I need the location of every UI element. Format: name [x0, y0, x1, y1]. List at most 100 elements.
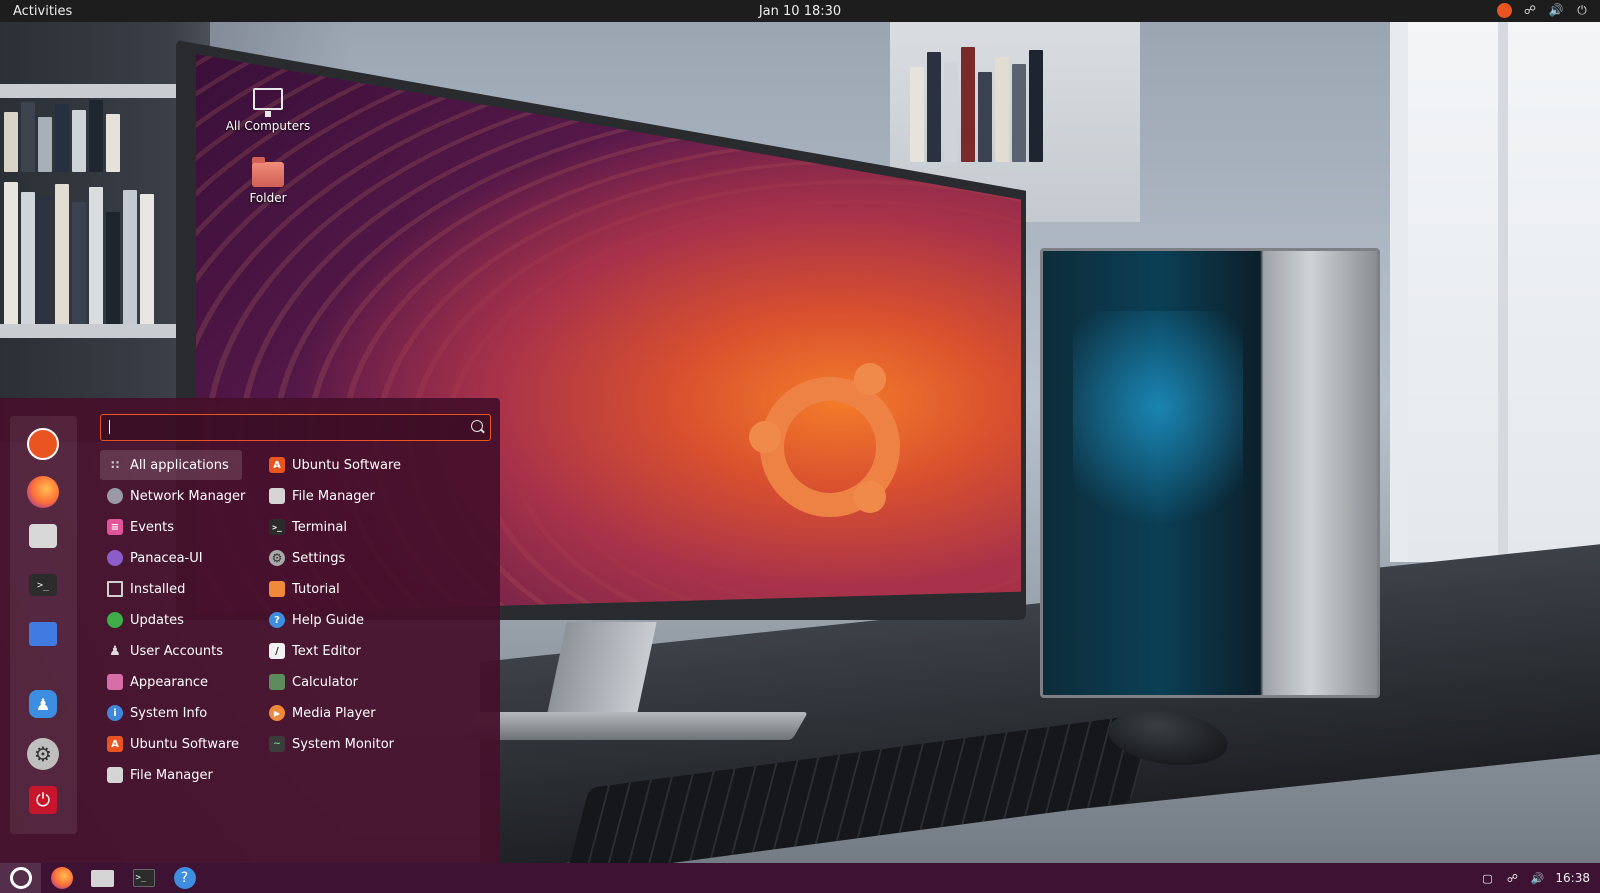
- menu-item-text-editor[interactable]: / Text Editor: [262, 636, 442, 666]
- help-icon: ?: [269, 612, 285, 628]
- menu-item-label: System Info: [130, 705, 208, 721]
- tutorial-icon: [269, 581, 285, 597]
- menu-item-label: Tutorial: [292, 581, 340, 597]
- menu-item-label: All applications: [130, 457, 229, 473]
- activities-button[interactable]: Activities: [0, 4, 120, 19]
- taskbar-firefox[interactable]: [41, 863, 82, 893]
- taskbar-terminal[interactable]: >_: [123, 863, 164, 893]
- menu-item-all-applications[interactable]: ∷ All applications: [100, 450, 242, 480]
- folder-icon: [252, 157, 284, 187]
- menu-item-label: User Accounts: [130, 643, 224, 659]
- search-icon[interactable]: [471, 420, 483, 432]
- taskbar-clock[interactable]: 16:38: [1555, 871, 1590, 885]
- menu-item-label: Updates: [130, 612, 184, 628]
- menu-item-panacea-ui[interactable]: Panacea-UI: [100, 543, 242, 573]
- menu-item-system-info[interactable]: i System Info: [100, 698, 242, 728]
- menu-item-events[interactable]: ≡ Events: [100, 512, 242, 542]
- software-icon: A: [107, 736, 123, 752]
- desktop-icon-label: Folder: [249, 191, 287, 205]
- text-editor-icon: /: [269, 643, 285, 659]
- menu-right-column: A Ubuntu Software File Manager >_ Termin…: [262, 450, 442, 760]
- help-icon: ?: [173, 867, 196, 889]
- info-icon: i: [107, 705, 123, 721]
- search-input[interactable]: [100, 414, 491, 441]
- menu-item-label: Installed: [130, 581, 186, 597]
- settings-icon: ⚙: [269, 550, 285, 566]
- menu-item-label: Panacea-UI: [130, 550, 203, 566]
- wallpaper-pc-case: [1040, 248, 1380, 698]
- menu-item-updates[interactable]: Updates: [100, 605, 242, 635]
- monitor-icon: [107, 581, 123, 597]
- power-icon[interactable]: ⏻: [1574, 2, 1590, 18]
- menu-item-label: Terminal: [292, 519, 347, 535]
- taskbar-help[interactable]: ?: [164, 863, 205, 893]
- menu-item-label: Appearance: [130, 674, 209, 690]
- volume-icon[interactable]: 🔊: [1530, 871, 1545, 885]
- menu-item-help-guide[interactable]: ? Help Guide: [262, 605, 442, 635]
- appearance-icon: [107, 674, 123, 690]
- desktop-icon-all-computers[interactable]: All Computers: [223, 88, 313, 133]
- taskbar: >_ ? ▢ ☍ 🔊 16:38: [0, 863, 1600, 893]
- ubuntu-icon[interactable]: [27, 428, 59, 460]
- terminal-icon: >_: [269, 519, 285, 535]
- media-player-icon: ▶: [269, 705, 285, 721]
- menu-item-media-player[interactable]: ▶ Media Player: [262, 698, 442, 728]
- menu-left-column: ∷ All applications Network Manager ≡ Eve…: [100, 450, 246, 791]
- menu-item-user-accounts[interactable]: ♟ User Accounts: [100, 636, 242, 666]
- files-icon: [107, 767, 123, 783]
- menu-item-system-monitor[interactable]: ~ System Monitor: [262, 729, 442, 759]
- menu-item-file-manager[interactable]: File Manager: [100, 760, 242, 790]
- menu-item-ubuntu-software[interactable]: A Ubuntu Software: [100, 729, 242, 759]
- system-monitor-icon: ~: [269, 736, 285, 752]
- folder-icon[interactable]: [29, 622, 57, 646]
- menu-item-ubuntu-software[interactable]: A Ubuntu Software: [262, 450, 442, 480]
- menu-item-tutorial[interactable]: Tutorial: [262, 574, 442, 604]
- menu-item-label: Calculator: [292, 674, 359, 690]
- wallpaper-ubuntu-logo: [749, 363, 900, 517]
- top-tray: ☍ 🔊 ⏻: [1497, 2, 1590, 18]
- menu-item-network-manager[interactable]: Network Manager: [100, 481, 246, 511]
- calculator-icon: [269, 674, 285, 690]
- grid-icon: ∷: [110, 458, 120, 472]
- taskbar-files[interactable]: [82, 863, 123, 893]
- settings-icon[interactable]: ⚙: [27, 738, 59, 770]
- monitor-icon: [253, 88, 283, 117]
- firefox-icon: [50, 867, 73, 889]
- menu-item-label: Text Editor: [292, 643, 361, 659]
- power-icon[interactable]: ⏻: [29, 786, 57, 814]
- network-icon[interactable]: ☍: [1505, 871, 1519, 885]
- terminal-icon: >_: [132, 869, 155, 887]
- network-icon[interactable]: ☍: [1522, 2, 1538, 18]
- menu-item-label: Ubuntu Software: [130, 736, 240, 752]
- menu-item-label: Help Guide: [292, 612, 364, 628]
- menu-item-label: Events: [130, 519, 175, 535]
- menu-item-label: Media Player: [292, 705, 376, 721]
- ubuntu-icon[interactable]: [1497, 2, 1512, 18]
- menu-item-label: Network Manager: [130, 488, 246, 504]
- files-icon[interactable]: [29, 524, 57, 548]
- desktop-icon-label: All Computers: [225, 119, 311, 133]
- display-icon[interactable]: ▢: [1480, 871, 1494, 885]
- menu-item-appearance[interactable]: Appearance: [100, 667, 242, 697]
- desktop-icon-folder[interactable]: Folder: [223, 157, 313, 205]
- menu-item-settings[interactable]: ⚙ Settings: [262, 543, 442, 573]
- files-icon: [91, 869, 114, 887]
- firefox-icon[interactable]: [27, 476, 59, 508]
- menu-item-label: Ubuntu Software: [292, 457, 402, 473]
- menu-item-terminal[interactable]: >_ Terminal: [262, 512, 442, 542]
- files-icon: [269, 488, 285, 504]
- ubuntu-icon: [9, 867, 32, 889]
- terminal-icon[interactable]: >_: [29, 574, 57, 596]
- menu-item-label: File Manager: [130, 767, 213, 783]
- taskbar-menu-button[interactable]: [0, 863, 41, 893]
- panacea-icon: [107, 550, 123, 566]
- help-icon[interactable]: ♟: [29, 690, 57, 718]
- menu-item-calculator[interactable]: Calculator: [262, 667, 442, 697]
- menu-item-file-manager[interactable]: File Manager: [262, 481, 442, 511]
- software-icon: A: [269, 457, 285, 473]
- menu-item-installed[interactable]: Installed: [100, 574, 242, 604]
- volume-icon[interactable]: 🔊: [1548, 2, 1564, 18]
- top-clock[interactable]: Jan 10 18:30: [0, 4, 1600, 19]
- application-menu: >_ ♟ ⚙ ⏻ ∷ All applications Network Mana…: [0, 398, 500, 863]
- globe-icon: [107, 488, 123, 504]
